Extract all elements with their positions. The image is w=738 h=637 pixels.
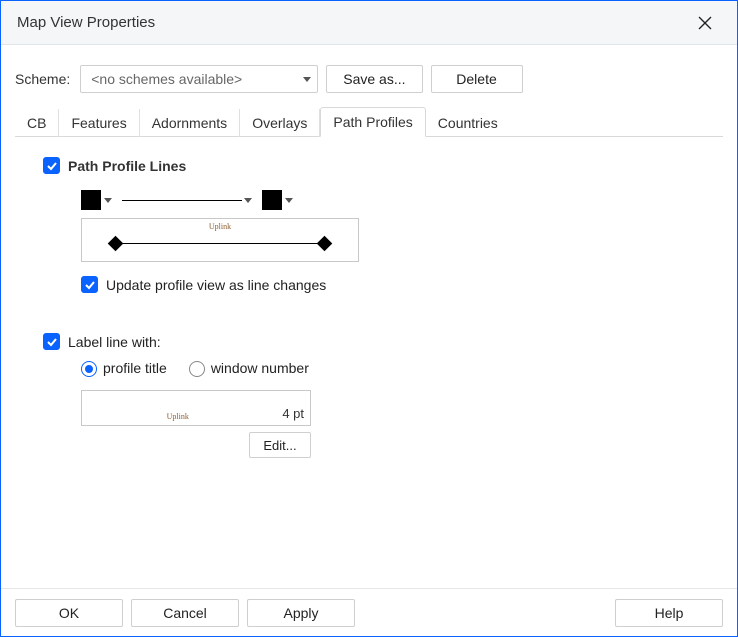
check-icon bbox=[84, 279, 96, 291]
footer-left-buttons: OK Cancel Apply bbox=[15, 599, 355, 627]
scheme-row: Scheme: <no schemes available> Save as..… bbox=[15, 65, 723, 93]
scheme-selection: <no schemes available> bbox=[91, 71, 242, 87]
titlebar: Map View Properties bbox=[1, 1, 737, 45]
check-icon bbox=[46, 336, 58, 348]
tab-countries[interactable]: Countries bbox=[426, 109, 510, 137]
color-swatch-icon bbox=[262, 190, 282, 210]
update-profile-label: Update profile view as line changes bbox=[106, 277, 326, 293]
dialog-footer: OK Cancel Apply Help bbox=[1, 588, 737, 636]
line-icon bbox=[122, 200, 242, 201]
line-preview: Uplink bbox=[81, 218, 359, 262]
path-profile-lines-checkbox-row: Path Profile Lines bbox=[43, 157, 695, 174]
radio-window-number[interactable] bbox=[189, 361, 205, 377]
line-style-editor bbox=[81, 190, 695, 210]
start-marker-color-picker[interactable] bbox=[81, 190, 112, 210]
update-profile-row: Update profile view as line changes bbox=[81, 276, 695, 293]
map-view-properties-dialog: Map View Properties Scheme: <no schemes … bbox=[0, 0, 738, 637]
edit-row: Edit... bbox=[81, 432, 311, 458]
cancel-button[interactable]: Cancel bbox=[131, 599, 239, 627]
label-line-with-checkbox[interactable] bbox=[43, 333, 60, 350]
diamond-icon bbox=[317, 236, 333, 252]
line-style-picker[interactable] bbox=[122, 190, 242, 210]
check-icon bbox=[46, 160, 58, 172]
tab-adornments[interactable]: Adornments bbox=[140, 109, 240, 137]
radio-profile-title[interactable] bbox=[81, 361, 97, 377]
update-profile-checkbox[interactable] bbox=[81, 276, 98, 293]
edit-button[interactable]: Edit... bbox=[249, 432, 311, 458]
delete-button[interactable]: Delete bbox=[431, 65, 523, 93]
tab-overlays[interactable]: Overlays bbox=[240, 109, 320, 137]
label-line-with-row: Label line with: bbox=[43, 333, 695, 350]
save-as-button[interactable]: Save as... bbox=[326, 65, 422, 93]
client-area: Scheme: <no schemes available> Save as..… bbox=[1, 45, 737, 588]
scheme-dropdown[interactable]: <no schemes available> bbox=[80, 65, 318, 93]
radio-window-number-row: window number bbox=[189, 360, 309, 376]
scheme-label: Scheme: bbox=[15, 71, 70, 87]
label-preview: Uplink 4 pt bbox=[81, 390, 311, 426]
line-icon bbox=[112, 243, 328, 244]
path-profile-lines-checkbox[interactable] bbox=[43, 157, 60, 174]
radio-window-number-label: window number bbox=[211, 360, 309, 376]
close-button[interactable] bbox=[687, 5, 723, 41]
tab-cb[interactable]: CB bbox=[15, 109, 59, 137]
ok-button[interactable]: OK bbox=[15, 599, 123, 627]
label-preview-pt: 4 pt bbox=[282, 406, 304, 421]
tab-features[interactable]: Features bbox=[59, 109, 139, 137]
label-line-with-label: Label line with: bbox=[68, 334, 161, 350]
color-swatch-icon bbox=[81, 190, 101, 210]
radio-profile-title-label: profile title bbox=[103, 360, 167, 376]
path-profiles-panel: Path Profile Lines Uplink bbox=[15, 137, 723, 588]
label-radio-group: profile title window number bbox=[81, 360, 695, 376]
chevron-down-icon bbox=[244, 198, 252, 203]
end-marker-color-picker[interactable] bbox=[262, 190, 293, 210]
apply-button[interactable]: Apply bbox=[247, 599, 355, 627]
help-button[interactable]: Help bbox=[615, 599, 723, 627]
line-preview-caption: Uplink bbox=[209, 222, 231, 231]
tab-strip: CB Features Adornments Overlays Path Pro… bbox=[15, 107, 723, 137]
chevron-down-icon bbox=[303, 77, 311, 82]
path-profile-lines-title: Path Profile Lines bbox=[68, 158, 186, 174]
dialog-title: Map View Properties bbox=[17, 14, 155, 31]
close-icon bbox=[698, 16, 712, 30]
label-preview-caption: Uplink bbox=[167, 412, 189, 421]
chevron-down-icon bbox=[104, 198, 112, 203]
radio-profile-title-row: profile title bbox=[81, 360, 167, 376]
chevron-down-icon bbox=[285, 198, 293, 203]
tab-path-profiles[interactable]: Path Profiles bbox=[320, 107, 425, 137]
